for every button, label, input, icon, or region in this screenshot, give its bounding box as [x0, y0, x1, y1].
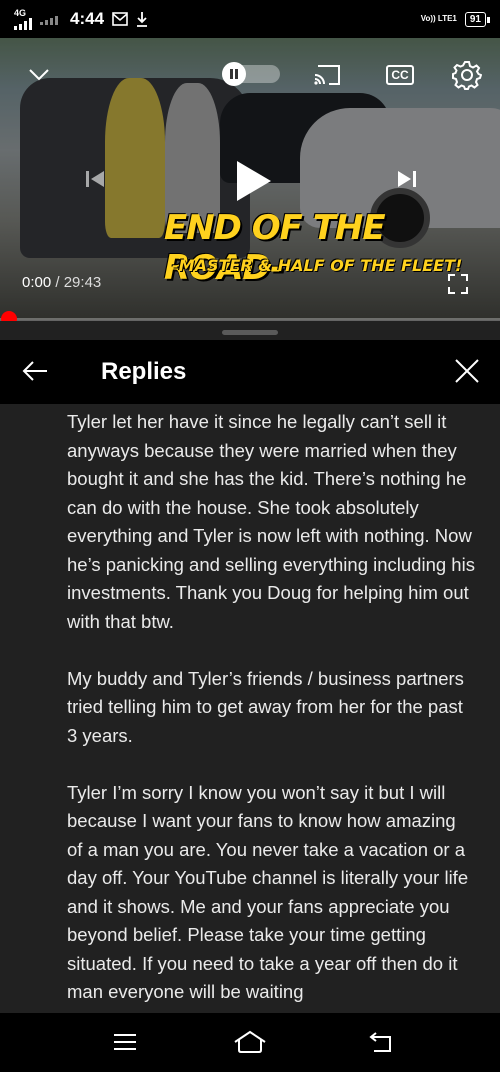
play-button[interactable] — [230, 158, 276, 204]
battery-indicator: 91 — [464, 11, 491, 27]
autoplay-toggle[interactable] — [222, 62, 280, 86]
back-icon — [369, 1032, 391, 1052]
previous-button[interactable] — [80, 164, 110, 194]
pause-icon — [222, 62, 246, 86]
skip-previous-icon — [86, 171, 104, 187]
download-icon — [137, 12, 148, 27]
cast-button[interactable] — [310, 60, 344, 90]
settings-button[interactable] — [450, 58, 484, 92]
fullscreen-icon — [448, 274, 468, 294]
play-icon — [237, 161, 271, 201]
replies-panel: Replies Tyler let her have it since he l… — [0, 321, 500, 1013]
skip-next-icon — [398, 171, 416, 187]
system-back-button[interactable] — [364, 1027, 398, 1057]
current-time: 0:00 — [22, 274, 52, 291]
comment-paragraph: Tyler I’m sorry I know you won’t say it … — [67, 781, 469, 1003]
duration: 29:43 — [63, 274, 102, 291]
time-separator: / — [55, 274, 64, 291]
home-button[interactable] — [233, 1027, 267, 1057]
thumbnail-subtitle-text: -MASTER & HALF OF THE FLEET! — [172, 256, 463, 275]
comment-paragraph: Tyler let her have it since he legally c… — [67, 411, 475, 632]
captions-button[interactable]: CC — [383, 60, 417, 90]
back-button[interactable] — [20, 356, 50, 386]
toggle-track — [222, 62, 280, 86]
fullscreen-button[interactable] — [446, 272, 470, 296]
network-indicator: 4G — [14, 7, 32, 30]
reply-comment-text: Tyler let her have it since he legally c… — [0, 404, 500, 1013]
time-display: 0:00 / 29:43 — [22, 274, 101, 291]
arrow-left-icon — [22, 361, 47, 381]
signal-icon — [14, 17, 32, 30]
network-type: 4G — [14, 7, 27, 18]
close-button[interactable] — [452, 356, 482, 386]
collapse-button[interactable] — [24, 60, 54, 90]
mail-icon — [112, 12, 128, 26]
cast-icon — [314, 65, 340, 85]
system-nav-bar — [0, 1013, 500, 1072]
drag-handle[interactable] — [222, 330, 278, 335]
recent-apps-button[interactable] — [108, 1027, 142, 1057]
close-icon — [455, 359, 479, 383]
volte-indicator: Vo)) LTE1 — [420, 14, 457, 23]
comment-paragraph: My buddy and Tyler’s friends / business … — [67, 667, 464, 746]
next-button[interactable] — [392, 164, 422, 194]
panel-title: Replies — [101, 358, 187, 385]
chevron-down-icon — [29, 69, 49, 81]
clock: 4:44 — [70, 9, 105, 28]
home-icon — [234, 1030, 266, 1053]
video-player[interactable]: END OF THE ROAD- -MASTER & HALF OF THE F… — [0, 38, 500, 320]
menu-icon — [114, 1034, 136, 1050]
signal-2-icon — [40, 13, 58, 25]
replies-header: Replies — [0, 340, 500, 404]
status-bar: 4G 4:44 Vo)) LTE1 91 — [0, 0, 500, 38]
gear-icon — [452, 61, 482, 90]
cc-icon: CC — [386, 65, 414, 85]
